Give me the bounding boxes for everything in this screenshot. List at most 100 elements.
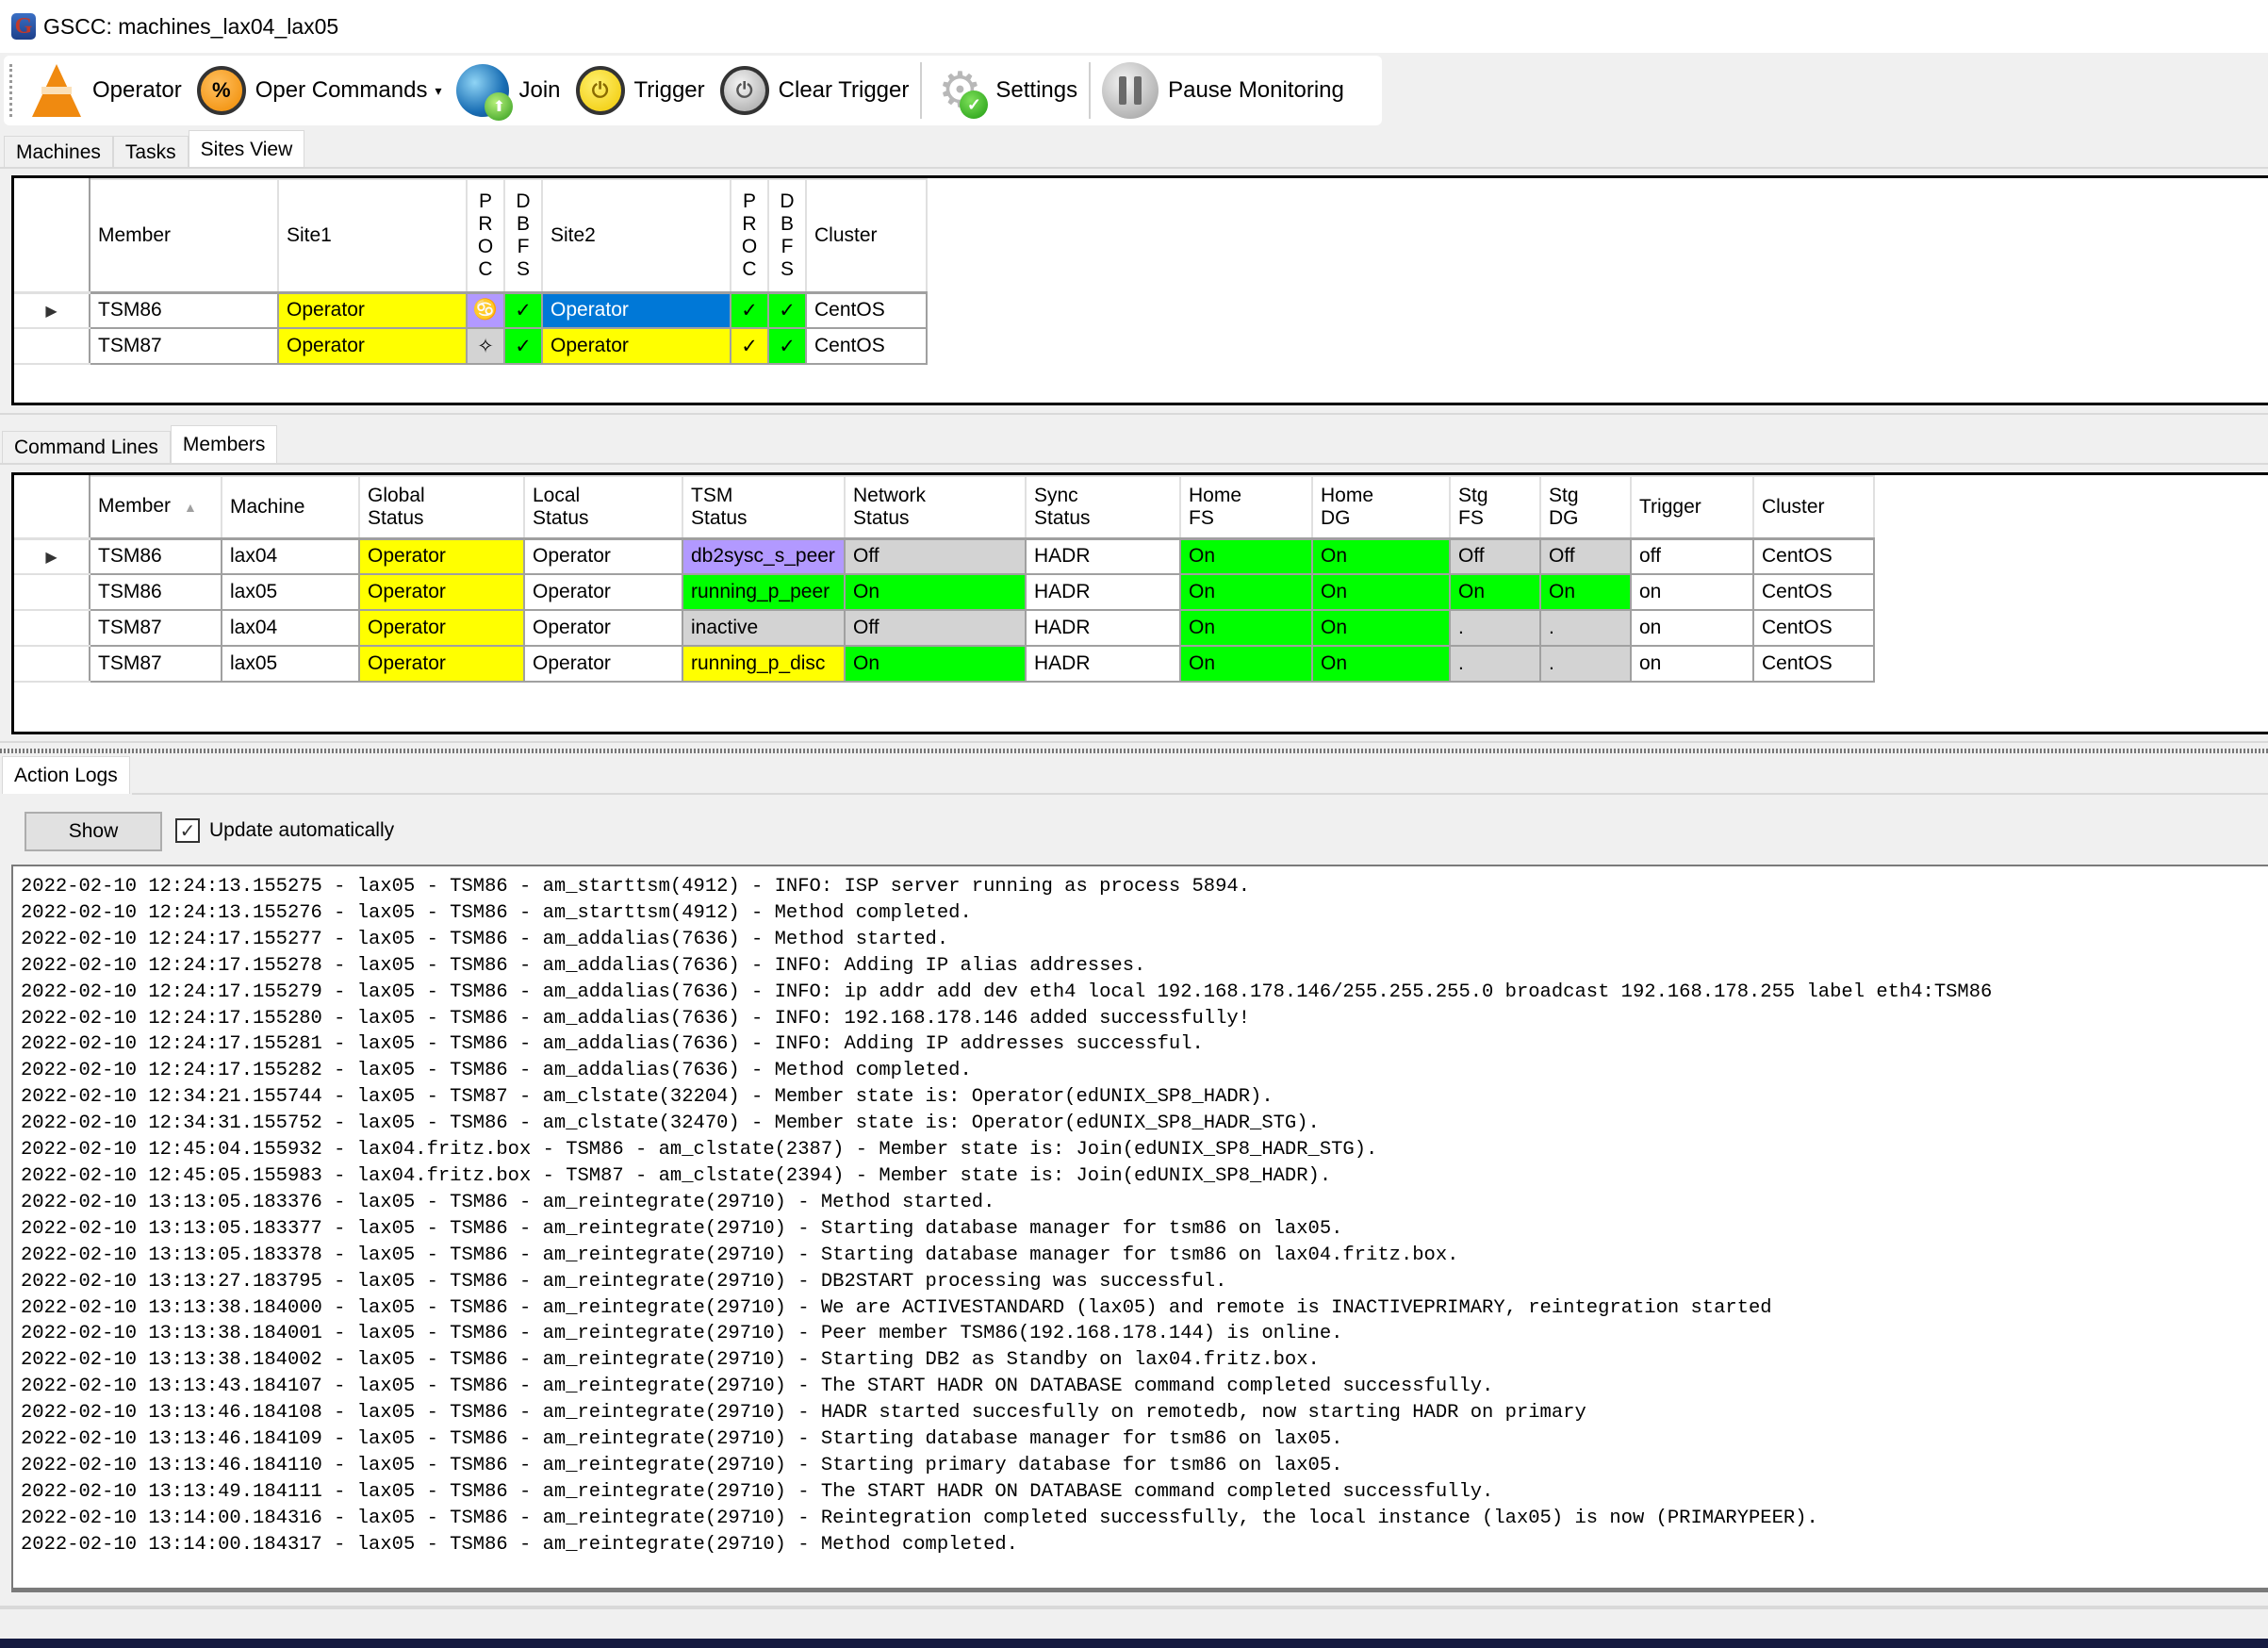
- cell-home-dg[interactable]: On: [1311, 645, 1451, 683]
- cell-network-status[interactable]: On: [844, 645, 1027, 683]
- cell-network-status[interactable]: Off: [844, 537, 1027, 575]
- cell-cluster[interactable]: CentOS: [1752, 573, 1875, 611]
- join-button[interactable]: Join: [449, 58, 567, 124]
- col-header-stg-fs[interactable]: Stg FS: [1449, 475, 1541, 540]
- tab-command-lines[interactable]: Command Lines: [2, 431, 171, 463]
- cell-tsm-status[interactable]: db2sysc_s_peer: [682, 537, 846, 575]
- cell-site2[interactable]: Operator: [541, 291, 731, 329]
- cell-stg-dg[interactable]: On: [1539, 573, 1632, 611]
- col-header-proc2[interactable]: PROC: [730, 178, 769, 294]
- cell-tsm-status[interactable]: inactive: [682, 609, 846, 647]
- col-header-cluster[interactable]: Cluster: [1752, 475, 1875, 540]
- dbfs-check-icon[interactable]: ✓: [503, 327, 543, 365]
- cell-stg-fs[interactable]: .: [1449, 609, 1541, 647]
- row-selector[interactable]: [14, 610, 90, 647]
- cell-cluster[interactable]: CentOS: [805, 327, 928, 365]
- cell-cluster[interactable]: CentOS: [1752, 645, 1875, 683]
- cell-site2[interactable]: Operator: [541, 327, 731, 365]
- col-header-site1[interactable]: Site1: [277, 178, 468, 294]
- row-selector[interactable]: [14, 574, 90, 611]
- col-header-home-dg[interactable]: Home DG: [1311, 475, 1451, 540]
- cell-local-status[interactable]: Operator: [523, 573, 683, 611]
- cell-network-status[interactable]: On: [844, 573, 1027, 611]
- toolbar-grip[interactable]: [9, 64, 13, 117]
- cell-member[interactable]: TSM87: [89, 327, 279, 365]
- operator-button[interactable]: Operator: [23, 58, 189, 124]
- cell-local-status[interactable]: Operator: [523, 645, 683, 683]
- col-header-network-status[interactable]: Network Status: [844, 475, 1027, 540]
- action-log-textarea[interactable]: 2022-02-10 12:24:13.155275 - lax05 - TSM…: [11, 865, 2268, 1592]
- col-header-dbfs1[interactable]: DBFS: [503, 178, 543, 294]
- cell-stg-dg[interactable]: .: [1539, 645, 1632, 683]
- cell-home-dg[interactable]: On: [1311, 609, 1451, 647]
- update-automatically-checkbox[interactable]: ✓ Update automatically: [175, 818, 394, 843]
- cell-member[interactable]: TSM87: [89, 645, 222, 683]
- dbfs-check-icon[interactable]: ✓: [503, 291, 543, 329]
- col-header-member[interactable]: Member ▲: [89, 475, 222, 540]
- cell-member[interactable]: TSM86: [89, 537, 222, 575]
- cell-home-dg[interactable]: On: [1311, 537, 1451, 575]
- tab-machines[interactable]: Machines: [4, 136, 113, 168]
- proc-status-icon[interactable]: ♋: [466, 291, 505, 329]
- cell-sync-status[interactable]: HADR: [1025, 645, 1181, 683]
- table-row[interactable]: ▶ TSM86 lax04 Operator Operator db2sysc_…: [14, 537, 1875, 575]
- col-header-stg-dg[interactable]: Stg DG: [1539, 475, 1632, 540]
- cell-member[interactable]: TSM86: [89, 291, 279, 329]
- cell-sync-status[interactable]: HADR: [1025, 537, 1181, 575]
- col-header-tsm-status[interactable]: TSM Status: [682, 475, 846, 540]
- cell-site1[interactable]: Operator: [277, 327, 468, 365]
- cell-cluster[interactable]: CentOS: [805, 291, 928, 329]
- col-header-proc1[interactable]: PROC: [466, 178, 505, 294]
- dbfs-check-icon[interactable]: ✓: [767, 327, 807, 365]
- cell-tsm-status[interactable]: running_p_peer: [682, 573, 846, 611]
- cell-stg-fs[interactable]: On: [1449, 573, 1541, 611]
- col-header-site2[interactable]: Site2: [541, 178, 731, 294]
- col-header-machine[interactable]: Machine: [221, 475, 360, 540]
- col-header-local-status[interactable]: Local Status: [523, 475, 683, 540]
- tab-sites-view[interactable]: Sites View: [188, 130, 305, 168]
- table-row[interactable]: ▶ TSM86 Operator ♋ ✓ Operator ✓ ✓ CentOS: [14, 291, 928, 329]
- cell-machine[interactable]: lax05: [221, 573, 360, 611]
- table-row[interactable]: TSM87 Operator ✧ ✓ Operator ✓ ✓ CentOS: [14, 327, 928, 365]
- cell-trigger[interactable]: on: [1630, 645, 1754, 683]
- pause-monitoring-button[interactable]: Pause Monitoring: [1094, 58, 1352, 124]
- cell-stg-dg[interactable]: Off: [1539, 537, 1632, 575]
- cell-stg-fs[interactable]: Off: [1449, 537, 1541, 575]
- cell-trigger[interactable]: on: [1630, 609, 1754, 647]
- show-button[interactable]: Show: [25, 812, 162, 851]
- row-selector[interactable]: ▶: [14, 538, 90, 575]
- cell-stg-fs[interactable]: .: [1449, 645, 1541, 683]
- cell-global-status[interactable]: Operator: [358, 609, 525, 647]
- proc-check-icon[interactable]: ✓: [730, 327, 769, 365]
- proc-star-icon[interactable]: ✧: [466, 327, 505, 365]
- cell-machine[interactable]: lax05: [221, 645, 360, 683]
- cell-stg-dg[interactable]: .: [1539, 609, 1632, 647]
- table-row[interactable]: TSM87 lax04 Operator Operator inactive O…: [14, 609, 1875, 647]
- table-row[interactable]: TSM87 lax05 Operator Operator running_p_…: [14, 645, 1875, 683]
- cell-global-status[interactable]: Operator: [358, 537, 525, 575]
- col-header-home-fs[interactable]: Home FS: [1179, 475, 1313, 540]
- clear-trigger-button[interactable]: ⏻ Clear Trigger: [713, 58, 917, 124]
- cell-home-fs[interactable]: On: [1179, 609, 1313, 647]
- cell-trigger[interactable]: off: [1630, 537, 1754, 575]
- settings-button[interactable]: ⚙ ✓ Settings: [926, 58, 1085, 124]
- tab-action-logs[interactable]: Action Logs: [2, 756, 130, 794]
- col-header-global-status[interactable]: Global Status: [358, 475, 525, 540]
- col-header-dbfs2[interactable]: DBFS: [767, 178, 807, 294]
- table-row[interactable]: TSM86 lax05 Operator Operator running_p_…: [14, 573, 1875, 611]
- row-selector[interactable]: [14, 328, 90, 365]
- chevron-down-icon[interactable]: ▾: [435, 83, 441, 99]
- col-header-sync-status[interactable]: Sync Status: [1025, 475, 1181, 540]
- cell-home-fs[interactable]: On: [1179, 573, 1313, 611]
- cell-global-status[interactable]: Operator: [358, 645, 525, 683]
- dbfs-check-icon[interactable]: ✓: [767, 291, 807, 329]
- cell-global-status[interactable]: Operator: [358, 573, 525, 611]
- tab-members[interactable]: Members: [170, 425, 278, 463]
- cell-cluster[interactable]: CentOS: [1752, 537, 1875, 575]
- cell-sync-status[interactable]: HADR: [1025, 573, 1181, 611]
- cell-home-dg[interactable]: On: [1311, 573, 1451, 611]
- col-header-cluster[interactable]: Cluster: [805, 178, 928, 294]
- row-selector[interactable]: [14, 646, 90, 683]
- cell-sync-status[interactable]: HADR: [1025, 609, 1181, 647]
- tab-tasks[interactable]: Tasks: [112, 136, 189, 168]
